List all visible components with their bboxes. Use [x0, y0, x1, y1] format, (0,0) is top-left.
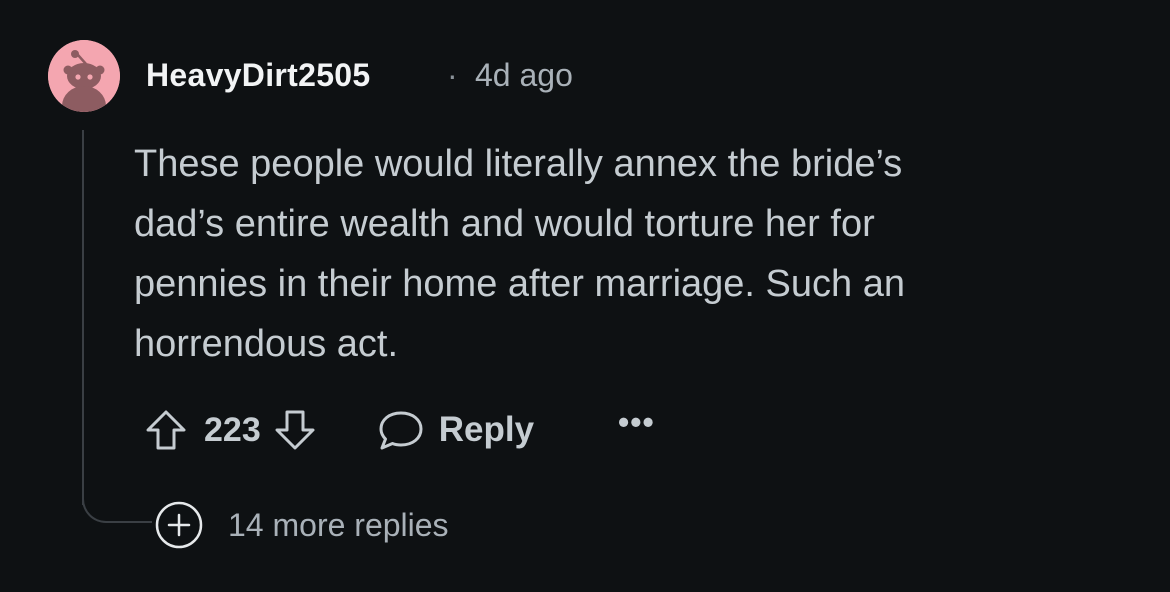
- upvote-arrow-icon: [146, 410, 186, 450]
- snoo-avatar-icon: [48, 40, 120, 112]
- timestamp: 4d ago: [475, 57, 573, 93]
- comment-body-line: These people would literally annex the b…: [134, 143, 903, 185]
- downvote-arrow-icon: [275, 410, 315, 450]
- username[interactable]: HeavyDirt2505: [146, 57, 371, 94]
- thread-connector: [82, 480, 152, 523]
- comment-actions: 223 Reply •••: [144, 402, 655, 458]
- comment: HeavyDirt2505 · 4d ago These people woul…: [0, 0, 1170, 592]
- comment-body-line: pennies in their home after marriage. Su…: [134, 263, 905, 305]
- comment-body: These people would literally annex the b…: [134, 134, 1054, 374]
- reply-label: Reply: [438, 410, 535, 449]
- comment-body-line: horrendous act.: [134, 323, 399, 365]
- chat-bubble-icon: [379, 411, 423, 450]
- thread-line[interactable]: [82, 130, 84, 505]
- vote-count: 223: [204, 410, 261, 449]
- more-replies-button[interactable]: 14 more replies: [154, 500, 449, 550]
- downvote-button[interactable]: [273, 408, 317, 452]
- more-replies-label: 14 more replies: [228, 506, 449, 543]
- more-options-button[interactable]: •••: [618, 406, 655, 438]
- plus-circle-icon: [155, 501, 203, 549]
- meta-separator: ·: [447, 57, 458, 93]
- user-avatar[interactable]: [48, 40, 120, 112]
- comment-body-line: dad’s entire wealth and would torture he…: [134, 203, 875, 245]
- upvote-button[interactable]: [144, 408, 188, 452]
- reply-button[interactable]: Reply: [377, 408, 534, 452]
